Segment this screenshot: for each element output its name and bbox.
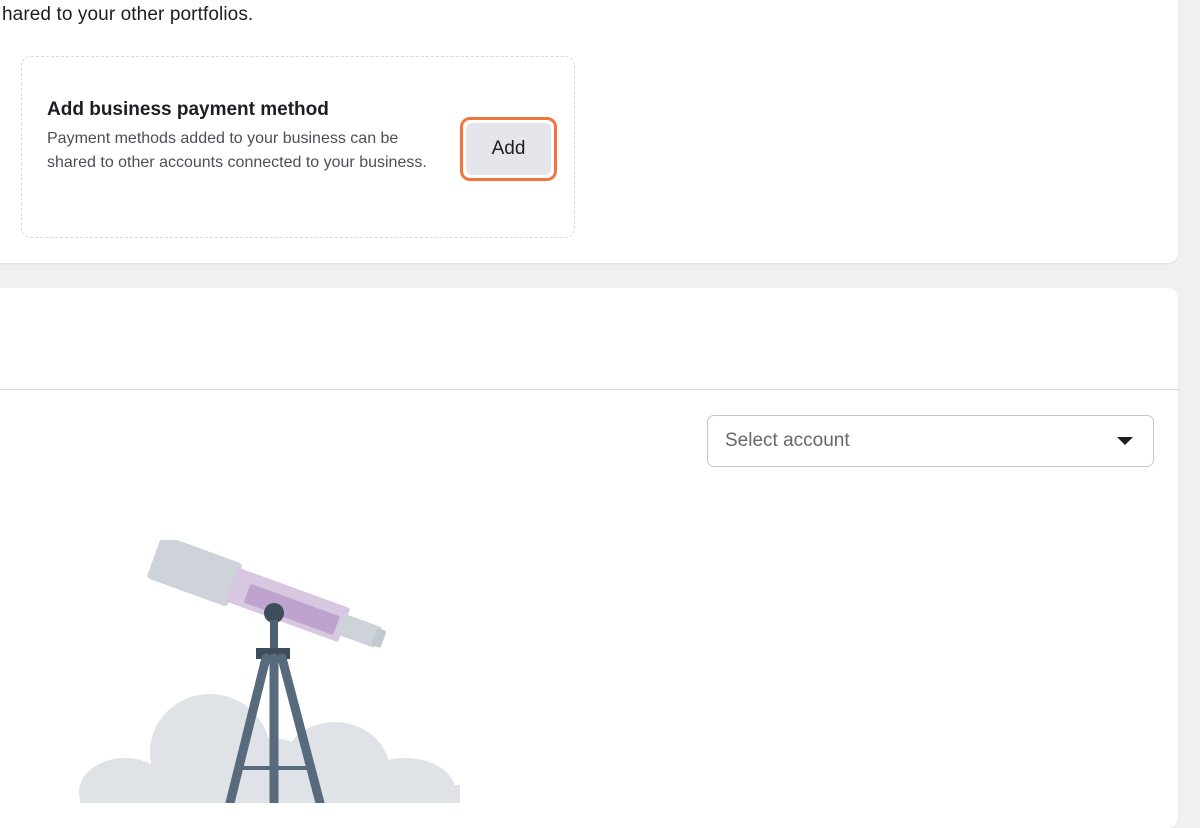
add-payment-method-button[interactable]: Add [466,123,551,175]
select-account-dropdown[interactable]: Select account [707,415,1154,467]
telescope-illustration [79,540,460,803]
add-payment-method-description: Payment methods added to your business c… [47,130,427,171]
intro-text: hared to your other portfolios. [2,4,254,25]
section-divider [0,389,1178,390]
select-account-placeholder: Select account [725,430,850,451]
telescope-tube [147,540,387,648]
add-payment-method-title: Add business payment method [47,99,329,120]
caret-down-icon [1117,437,1133,445]
